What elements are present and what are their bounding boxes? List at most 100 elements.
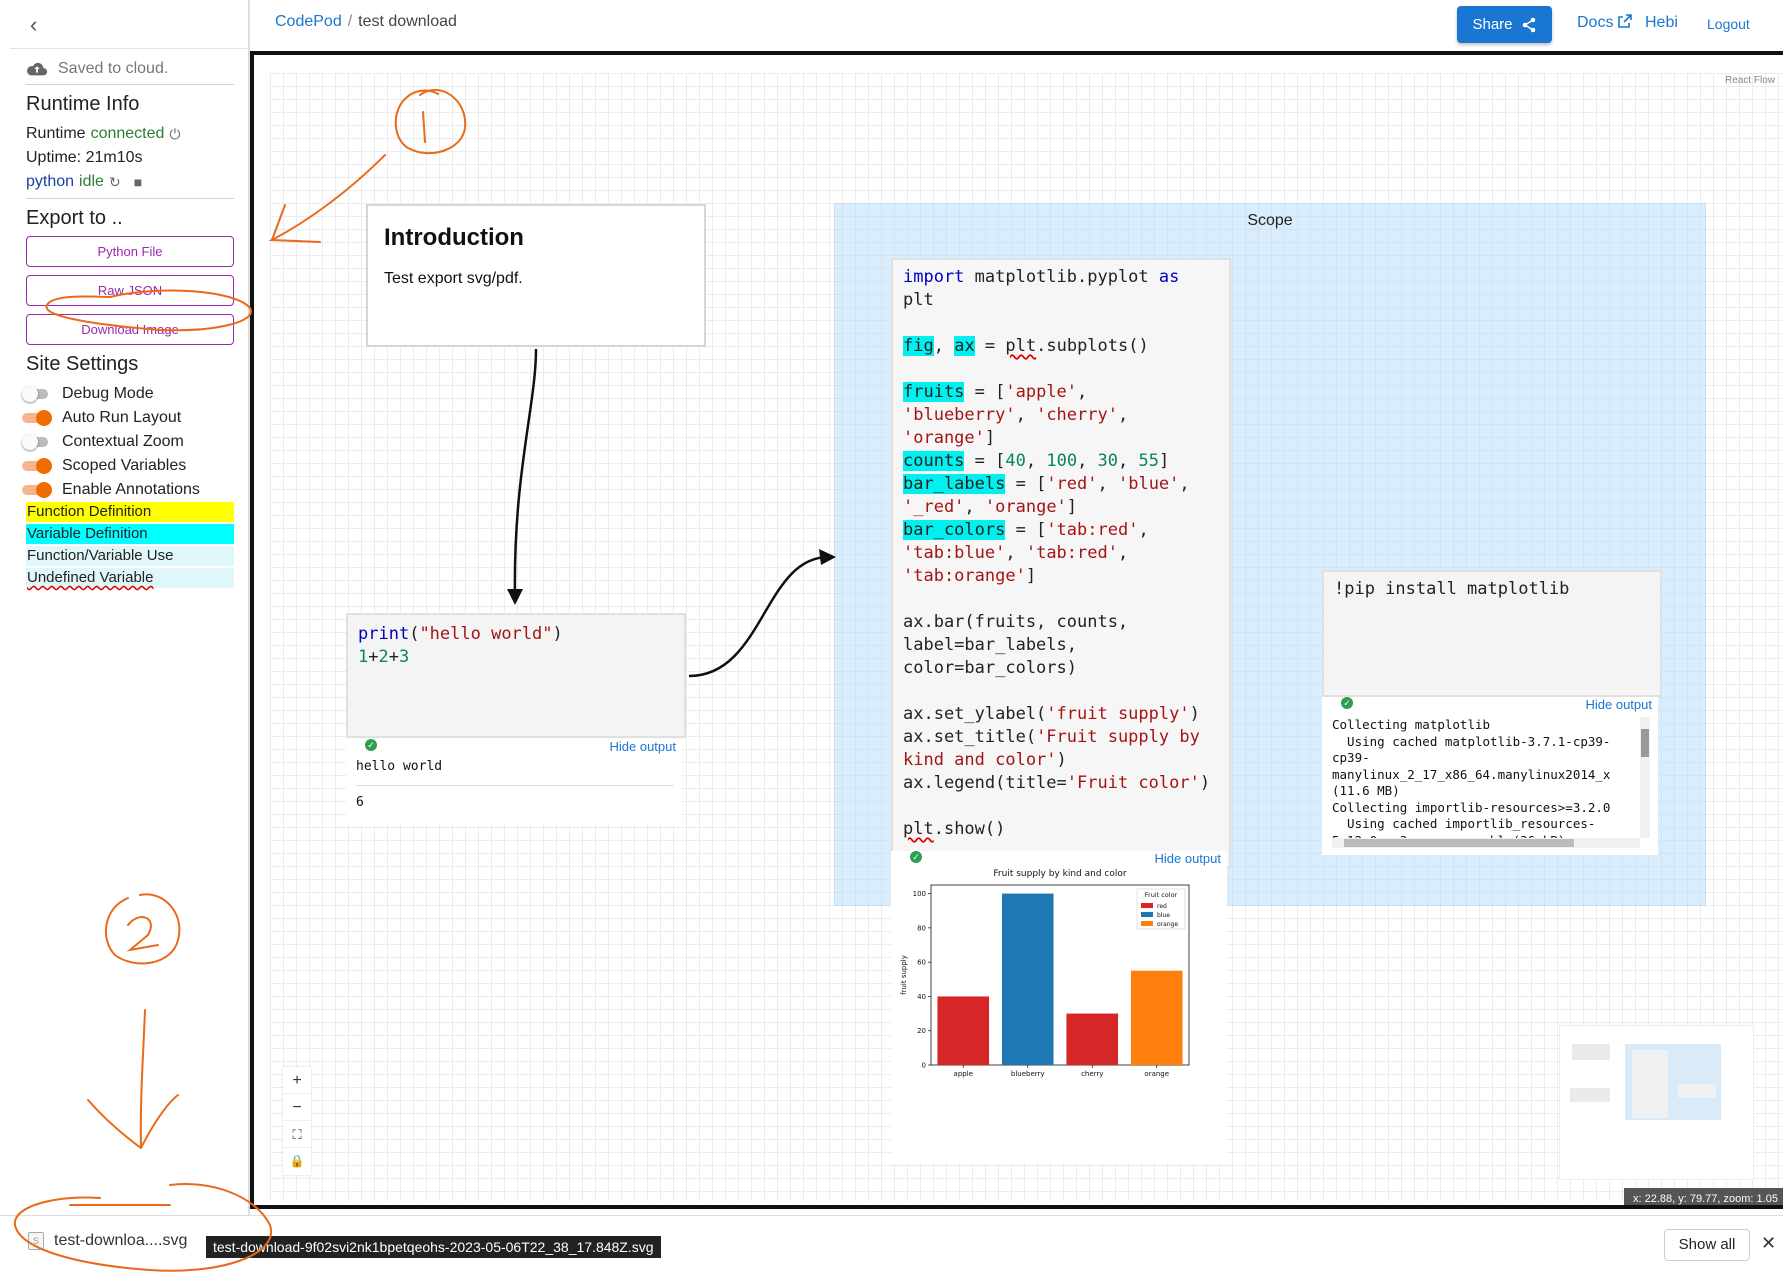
minimap[interactable]	[1559, 1025, 1754, 1180]
lock-icon[interactable]: 🔒	[283, 1148, 311, 1175]
docs-link[interactable]: Docs	[1577, 14, 1632, 32]
intro-body: Test export svg/pdf.	[384, 270, 523, 287]
export-heading: Export to ..	[26, 207, 123, 229]
logout-link[interactable]: Logout	[1707, 16, 1750, 32]
minimap-node	[1678, 1084, 1716, 1098]
download-filename: test-downloa....svg	[54, 1232, 188, 1249]
output-scroll-area[interactable]: Collecting matplotlib Using cached matpl…	[1332, 717, 1640, 838]
export-python-button[interactable]: Python File	[26, 236, 234, 267]
vertical-scrollbar[interactable]	[1640, 717, 1650, 838]
code-editor[interactable]: !pip install matplotlib	[1334, 578, 1660, 601]
top-bar: CodePod / test download Share Docs Hebi Lo…	[250, 0, 1783, 50]
x-tick-label: orange	[1144, 1070, 1169, 1078]
download-item[interactable]: S test-downloa....svg	[28, 1232, 187, 1250]
code-editor[interactable]: import matplotlib.pyplot as plt fig, ax …	[903, 266, 1229, 841]
legend-label: blue	[1157, 912, 1170, 919]
share-button[interactable]: Share	[1457, 6, 1552, 43]
settings-heading: Site Settings	[26, 353, 139, 375]
hide-output-button[interactable]: Hide output	[610, 739, 677, 754]
download-bar: S test-downloa....svg test-download-9f02…	[0, 1215, 1783, 1275]
setting-label: Debug Mode	[62, 385, 154, 402]
divider	[26, 198, 234, 199]
divider	[26, 84, 234, 85]
legend-swatch	[1141, 903, 1153, 908]
plot-output: ✓ Hide output Fruit supply by kind and c…	[891, 851, 1227, 1163]
legend-variable-definition: Variable Definition	[26, 524, 234, 544]
code-cell-plot[interactable]: import matplotlib.pyplot as plt fig, ax …	[891, 258, 1231, 868]
minimap-node	[1570, 1088, 1610, 1102]
react-flow-attribution[interactable]: React Flow	[1725, 75, 1775, 86]
zoom-in-icon[interactable]: +	[283, 1067, 311, 1094]
breadcrumb-home-link[interactable]: CodePod	[275, 13, 342, 30]
setting-label: Contextual Zoom	[62, 433, 184, 450]
close-icon[interactable]: ✕	[1761, 1233, 1776, 1254]
setting-auto-run-layout[interactable]: Auto Run Layout	[22, 406, 234, 430]
download-image-button[interactable]: Download Image	[26, 314, 234, 345]
chevron-left-icon[interactable]: ‹	[30, 12, 37, 38]
bar	[1001, 893, 1054, 1065]
code-cell-pip[interactable]: !pip install matplotlib	[1322, 570, 1662, 697]
toggle-switch[interactable]	[22, 482, 52, 498]
success-check-icon: ✓	[1341, 697, 1353, 709]
code-cell-hello[interactable]: print("hello world") 1+2+3	[346, 613, 686, 738]
y-tick-label: 0	[922, 1062, 926, 1070]
x-tick-label: apple	[954, 1070, 973, 1078]
restart-icon[interactable]: ↻	[109, 174, 121, 191]
legend-undefined-variable: Undefined Variable	[26, 568, 234, 588]
horizontal-scrollbar[interactable]	[1332, 838, 1640, 848]
setting-contextual-zoom[interactable]: Contextual Zoom	[22, 430, 234, 454]
output-line: 6	[356, 795, 364, 810]
code-editor[interactable]: print("hello world") 1+2+3	[358, 623, 684, 669]
toggle-switch[interactable]	[22, 410, 52, 426]
cell-output: ✓ Hide output hello world 6	[346, 739, 682, 825]
setting-scoped-variables[interactable]: Scoped Variables	[22, 454, 234, 478]
external-link-icon	[1618, 14, 1632, 28]
intro-text-node[interactable]: Introduction Test export svg/pdf.	[366, 204, 706, 347]
y-axis-label: fruit supply	[900, 955, 908, 995]
chart-title: Fruit supply by kind and color	[993, 869, 1126, 879]
show-all-button[interactable]: Show all	[1664, 1229, 1750, 1261]
setting-debug-mode[interactable]: Debug Mode	[22, 382, 234, 406]
page-title: test download	[358, 13, 457, 30]
zoom-out-icon[interactable]: −	[283, 1094, 311, 1121]
hide-output-button[interactable]: Hide output	[1155, 851, 1222, 866]
stop-icon[interactable]: ■	[134, 174, 142, 190]
y-tick-label: 100	[913, 890, 926, 898]
export-json-button[interactable]: Raw JSON	[26, 275, 234, 306]
x-tick-label: blueberry	[1011, 1070, 1045, 1078]
user-profile-link[interactable]: Hebi	[1645, 14, 1678, 32]
bar	[937, 996, 990, 1065]
scrollbar-thumb[interactable]	[1344, 839, 1574, 847]
cloud-upload-icon	[27, 62, 48, 76]
legend-label: red	[1157, 903, 1167, 910]
y-tick-label: 40	[917, 993, 926, 1001]
hide-output-button[interactable]: Hide output	[1586, 697, 1653, 712]
scrollbar-thumb[interactable]	[1641, 729, 1649, 757]
flow-canvas[interactable]: React Flow Scope Introduction Test expor…	[250, 51, 1783, 1209]
runtime-status: connected	[90, 125, 165, 142]
kernel-status: idle	[79, 173, 104, 190]
docs-label: Docs	[1577, 14, 1614, 31]
pip-output-text: Collecting matplotlib Using cached matpl…	[1332, 717, 1611, 838]
fit-view-icon[interactable]: ⛶	[283, 1121, 311, 1148]
runtime-label: Runtime	[26, 125, 86, 142]
divider	[10, 48, 250, 49]
toggle-switch[interactable]	[22, 458, 52, 474]
legend-variable-use: Function/Variable Use	[26, 546, 234, 566]
legend-swatch	[1141, 921, 1153, 926]
y-tick-label: 60	[917, 959, 926, 967]
legend-function-definition: Function Definition	[26, 502, 234, 522]
coordinates-readout: x: 22.88, y: 79.77, zoom: 1.05	[1624, 1188, 1783, 1205]
filename-tooltip: test-download-9f02svi2nk1bpetqeohs-2023-…	[206, 1236, 661, 1258]
sidebar: ‹ Saved to cloud. Runtime Info Runtime c…	[0, 0, 250, 1215]
kernel-status-line: python idle ↻ ■	[26, 170, 234, 194]
breadcrumb-separator: /	[347, 13, 353, 30]
toggle-switch[interactable]	[22, 386, 52, 402]
power-icon[interactable]: ⏻	[169, 126, 180, 143]
toggle-switch[interactable]	[22, 434, 52, 450]
intro-title: Introduction	[384, 224, 524, 251]
legend-undefined-label: Undefined Variable	[27, 569, 154, 586]
success-check-icon: ✓	[365, 739, 377, 751]
setting-enable-annotations[interactable]: Enable Annotations	[22, 478, 234, 502]
share-label: Share	[1472, 16, 1513, 33]
